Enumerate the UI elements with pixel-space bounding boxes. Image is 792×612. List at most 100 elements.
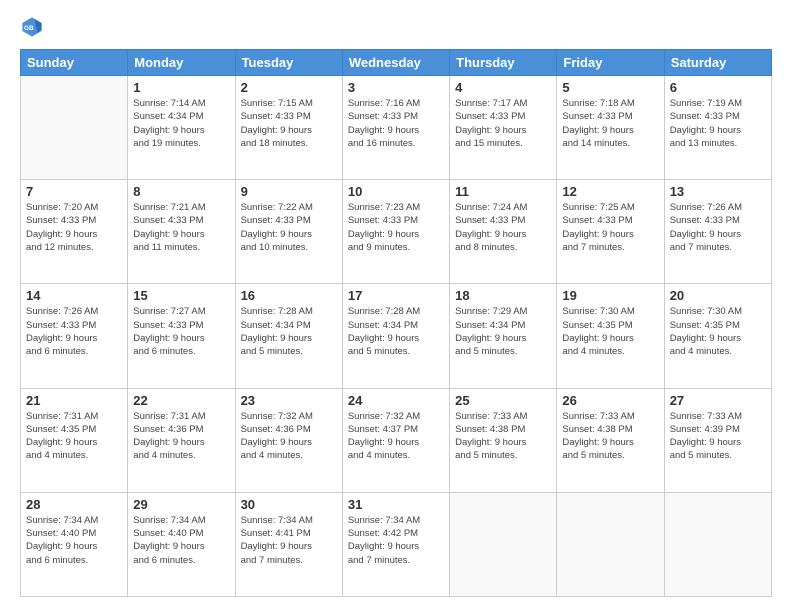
day-number: 14 bbox=[26, 288, 122, 303]
day-number: 7 bbox=[26, 184, 122, 199]
calendar-cell: 25 Sunrise: 7:33 AM Sunset: 4:38 PM Dayli… bbox=[450, 388, 557, 492]
cell-detail: Sunrise: 7:18 AM Sunset: 4:33 PM Dayligh… bbox=[562, 97, 658, 150]
day-number: 13 bbox=[670, 184, 766, 199]
calendar-cell: 4 Sunrise: 7:17 AM Sunset: 4:33 PM Daylig… bbox=[450, 76, 557, 180]
calendar-cell: 12Sunrise: 7:25 AM Sunset: 4:33 PM Dayli… bbox=[557, 180, 664, 284]
calendar-cell: 30 Sunrise: 7:34 AM Sunset: 4:41 PM Dayli… bbox=[235, 492, 342, 596]
cell-detail: Sunrise: 7:32 AM Sunset: 4:36 PM Dayligh… bbox=[241, 410, 337, 463]
calendar-cell bbox=[664, 492, 771, 596]
cell-detail: Sunrise: 7:21 AM Sunset: 4:33 PM Dayligh… bbox=[133, 201, 229, 254]
cell-detail: Sunrise: 7:26 AM Sunset: 4:33 PM Dayligh… bbox=[26, 305, 122, 358]
cell-detail: Sunrise: 7:30 AM Sunset: 4:35 PM Dayligh… bbox=[670, 305, 766, 358]
logo: GB bbox=[20, 15, 48, 39]
cell-detail: Sunrise: 7:33 AM Sunset: 4:38 PM Dayligh… bbox=[562, 410, 658, 463]
calendar-cell: 16 Sunrise: 7:28 AM Sunset: 4:34 PM Dayli… bbox=[235, 284, 342, 388]
cell-detail: Sunrise: 7:17 AM Sunset: 4:33 PM Dayligh… bbox=[455, 97, 551, 150]
day-number: 6 bbox=[670, 80, 766, 95]
day-number: 18 bbox=[455, 288, 551, 303]
cell-detail: Sunrise: 7:28 AM Sunset: 4:34 PM Dayligh… bbox=[241, 305, 337, 358]
day-number: 10 bbox=[348, 184, 444, 199]
cell-detail: Sunrise: 7:34 AM Sunset: 4:40 PM Dayligh… bbox=[133, 514, 229, 567]
calendar-cell: 28Sunrise: 7:34 AM Sunset: 4:40 PM Dayli… bbox=[21, 492, 128, 596]
day-number: 1 bbox=[133, 80, 229, 95]
calendar-cell: 9 Sunrise: 7:22 AM Sunset: 4:33 PM Daylig… bbox=[235, 180, 342, 284]
calendar-cell: 29 Sunrise: 7:34 AM Sunset: 4:40 PM Dayli… bbox=[128, 492, 235, 596]
day-number: 9 bbox=[241, 184, 337, 199]
calendar-cell: 13 Sunrise: 7:26 AM Sunset: 4:33 PM Dayli… bbox=[664, 180, 771, 284]
day-number: 3 bbox=[348, 80, 444, 95]
calendar-cell: 17 Sunrise: 7:28 AM Sunset: 4:34 PM Dayli… bbox=[342, 284, 449, 388]
cell-detail: Sunrise: 7:15 AM Sunset: 4:33 PM Dayligh… bbox=[241, 97, 337, 150]
cell-detail: Sunrise: 7:34 AM Sunset: 4:41 PM Dayligh… bbox=[241, 514, 337, 567]
cell-detail: Sunrise: 7:28 AM Sunset: 4:34 PM Dayligh… bbox=[348, 305, 444, 358]
cell-detail: Sunrise: 7:16 AM Sunset: 4:33 PM Dayligh… bbox=[348, 97, 444, 150]
calendar-cell: 2Sunrise: 7:15 AM Sunset: 4:33 PM Daylig… bbox=[235, 76, 342, 180]
col-header-thursday: Thursday bbox=[450, 50, 557, 76]
cell-detail: Sunrise: 7:30 AM Sunset: 4:35 PM Dayligh… bbox=[562, 305, 658, 358]
day-number: 23 bbox=[241, 393, 337, 408]
calendar-cell: 15Sunrise: 7:27 AM Sunset: 4:33 PM Dayli… bbox=[128, 284, 235, 388]
cell-detail: Sunrise: 7:26 AM Sunset: 4:33 PM Dayligh… bbox=[670, 201, 766, 254]
header: GB bbox=[20, 15, 772, 39]
cell-detail: Sunrise: 7:32 AM Sunset: 4:37 PM Dayligh… bbox=[348, 410, 444, 463]
col-header-saturday: Saturday bbox=[664, 50, 771, 76]
calendar-cell: 8Sunrise: 7:21 AM Sunset: 4:33 PM Daylig… bbox=[128, 180, 235, 284]
week-row-2: 7 Sunrise: 7:20 AM Sunset: 4:33 PM Daylig… bbox=[21, 180, 772, 284]
svg-text:GB: GB bbox=[24, 25, 34, 32]
day-number: 24 bbox=[348, 393, 444, 408]
day-number: 16 bbox=[241, 288, 337, 303]
page: GB SundayMondayTuesdayWednesdayThursdayF… bbox=[0, 0, 792, 612]
cell-detail: Sunrise: 7:19 AM Sunset: 4:33 PM Dayligh… bbox=[670, 97, 766, 150]
calendar-cell: 6 Sunrise: 7:19 AM Sunset: 4:33 PM Daylig… bbox=[664, 76, 771, 180]
cell-detail: Sunrise: 7:31 AM Sunset: 4:35 PM Dayligh… bbox=[26, 410, 122, 463]
week-row-3: 14 Sunrise: 7:26 AM Sunset: 4:33 PM Dayli… bbox=[21, 284, 772, 388]
week-row-1: 1 Sunrise: 7:14 AM Sunset: 4:34 PM Daylig… bbox=[21, 76, 772, 180]
calendar-cell: 26 Sunrise: 7:33 AM Sunset: 4:38 PM Dayli… bbox=[557, 388, 664, 492]
cell-detail: Sunrise: 7:29 AM Sunset: 4:34 PM Dayligh… bbox=[455, 305, 551, 358]
day-number: 27 bbox=[670, 393, 766, 408]
calendar-cell: 21 Sunrise: 7:31 AM Sunset: 4:35 PM Dayli… bbox=[21, 388, 128, 492]
calendar-cell: 24 Sunrise: 7:32 AM Sunset: 4:37 PM Dayli… bbox=[342, 388, 449, 492]
day-number: 22 bbox=[133, 393, 229, 408]
day-number: 15 bbox=[133, 288, 229, 303]
cell-detail: Sunrise: 7:24 AM Sunset: 4:33 PM Dayligh… bbox=[455, 201, 551, 254]
cell-detail: Sunrise: 7:14 AM Sunset: 4:34 PM Dayligh… bbox=[133, 97, 229, 150]
day-number: 17 bbox=[348, 288, 444, 303]
calendar-cell: 22 Sunrise: 7:31 AM Sunset: 4:36 PM Dayli… bbox=[128, 388, 235, 492]
day-number: 12 bbox=[562, 184, 658, 199]
calendar-cell bbox=[450, 492, 557, 596]
day-number: 29 bbox=[133, 497, 229, 512]
day-number: 4 bbox=[455, 80, 551, 95]
day-number: 26 bbox=[562, 393, 658, 408]
calendar-cell: 14 Sunrise: 7:26 AM Sunset: 4:33 PM Dayli… bbox=[21, 284, 128, 388]
calendar-table: SundayMondayTuesdayWednesdayThursdayFrid… bbox=[20, 49, 772, 597]
day-number: 11 bbox=[455, 184, 551, 199]
day-number: 31 bbox=[348, 497, 444, 512]
day-number: 21 bbox=[26, 393, 122, 408]
calendar-cell: 31 Sunrise: 7:34 AM Sunset: 4:42 PM Dayli… bbox=[342, 492, 449, 596]
calendar-cell: 20 Sunrise: 7:30 AM Sunset: 4:35 PM Dayli… bbox=[664, 284, 771, 388]
day-number: 20 bbox=[670, 288, 766, 303]
cell-detail: Sunrise: 7:20 AM Sunset: 4:33 PM Dayligh… bbox=[26, 201, 122, 254]
col-header-sunday: Sunday bbox=[21, 50, 128, 76]
day-number: 5 bbox=[562, 80, 658, 95]
calendar-cell: 11 Sunrise: 7:24 AM Sunset: 4:33 PM Dayli… bbox=[450, 180, 557, 284]
cell-detail: Sunrise: 7:33 AM Sunset: 4:38 PM Dayligh… bbox=[455, 410, 551, 463]
cell-detail: Sunrise: 7:22 AM Sunset: 4:33 PM Dayligh… bbox=[241, 201, 337, 254]
col-header-monday: Monday bbox=[128, 50, 235, 76]
col-header-friday: Friday bbox=[557, 50, 664, 76]
cell-detail: Sunrise: 7:33 AM Sunset: 4:39 PM Dayligh… bbox=[670, 410, 766, 463]
week-row-4: 21 Sunrise: 7:31 AM Sunset: 4:35 PM Dayli… bbox=[21, 388, 772, 492]
cell-detail: Sunrise: 7:31 AM Sunset: 4:36 PM Dayligh… bbox=[133, 410, 229, 463]
header-row: SundayMondayTuesdayWednesdayThursdayFrid… bbox=[21, 50, 772, 76]
cell-detail: Sunrise: 7:23 AM Sunset: 4:33 PM Dayligh… bbox=[348, 201, 444, 254]
calendar-cell: 19Sunrise: 7:30 AM Sunset: 4:35 PM Dayli… bbox=[557, 284, 664, 388]
day-number: 25 bbox=[455, 393, 551, 408]
calendar-cell: 5 Sunrise: 7:18 AM Sunset: 4:33 PM Daylig… bbox=[557, 76, 664, 180]
cell-detail: Sunrise: 7:34 AM Sunset: 4:42 PM Dayligh… bbox=[348, 514, 444, 567]
calendar-cell bbox=[21, 76, 128, 180]
week-row-5: 28Sunrise: 7:34 AM Sunset: 4:40 PM Dayli… bbox=[21, 492, 772, 596]
calendar-cell: 1 Sunrise: 7:14 AM Sunset: 4:34 PM Daylig… bbox=[128, 76, 235, 180]
day-number: 30 bbox=[241, 497, 337, 512]
calendar-cell bbox=[557, 492, 664, 596]
